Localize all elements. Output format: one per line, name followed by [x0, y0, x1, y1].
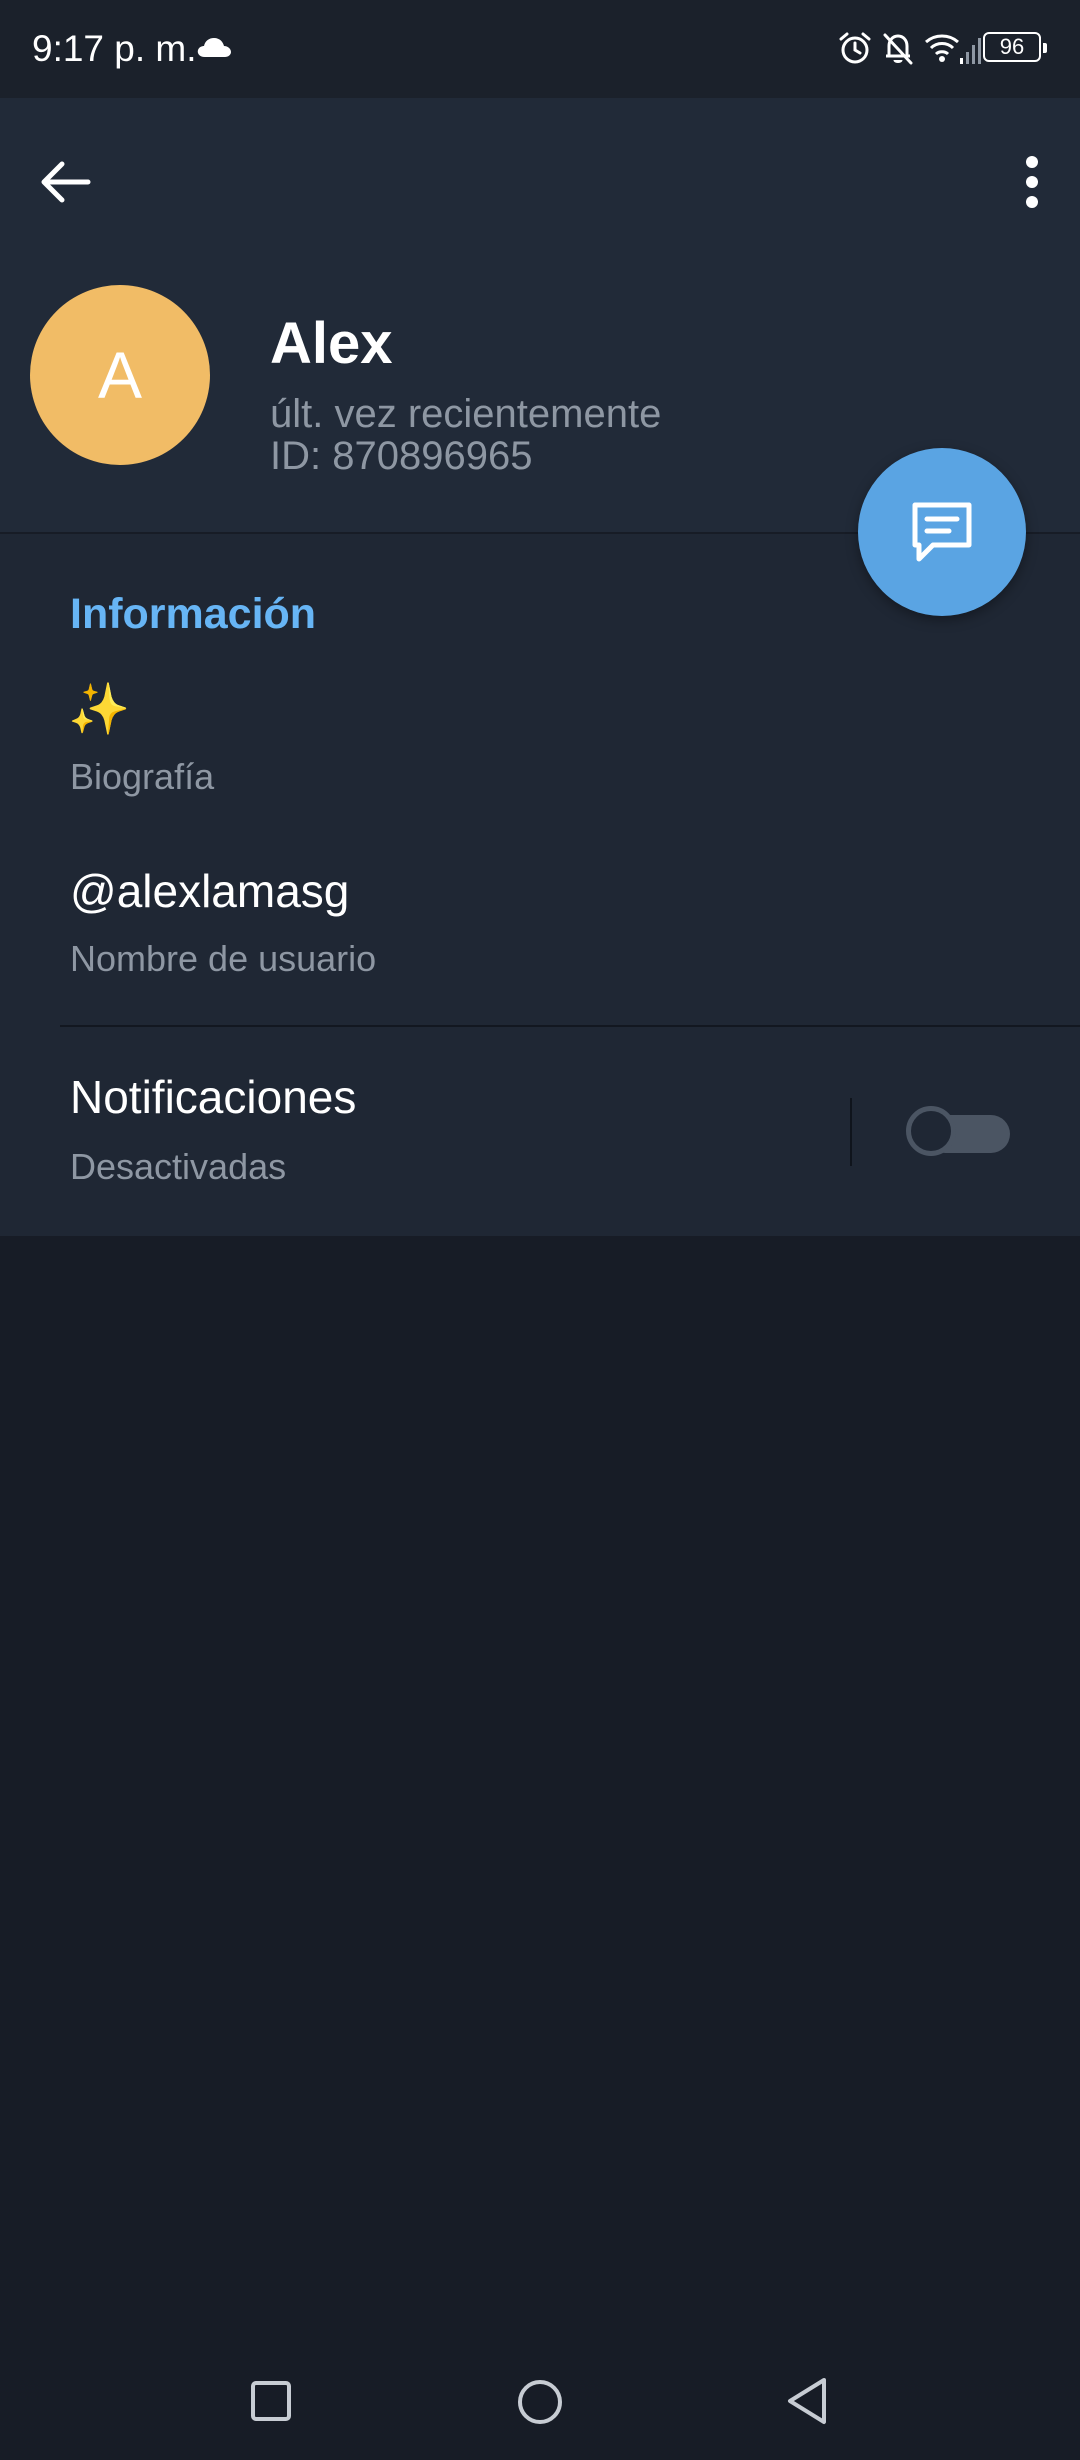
- user-id: ID: 870896965: [270, 434, 533, 478]
- avatar-letter: A: [97, 338, 143, 412]
- more-options-button[interactable]: [1010, 152, 1054, 212]
- more-vertical-icon: [1026, 156, 1038, 208]
- status-time: 9:17 p. m.: [32, 28, 197, 69]
- notifications-status: Desactivadas: [70, 1146, 287, 1187]
- status-bar: 9:17 p. m. 96: [0, 0, 1080, 98]
- notifications-title: Notificaciones: [70, 1071, 357, 1123]
- recent-apps-icon[interactable]: [250, 2380, 292, 2427]
- message-icon: [912, 502, 972, 562]
- bio-label: Biografía: [70, 756, 215, 797]
- last-seen-status: últ. vez recientemente: [270, 392, 662, 436]
- back-button[interactable]: [32, 148, 100, 216]
- back-icon[interactable]: [784, 2376, 832, 2431]
- info-section: Información ✨ Biografía @alexlamasg Nomb…: [0, 534, 1080, 1236]
- notifications-row[interactable]: Notificaciones Desactivadas: [0, 1028, 1080, 1236]
- wifi-icon: [924, 32, 960, 69]
- bell-off-icon: [880, 30, 916, 71]
- system-nav-bar: [0, 2330, 1080, 2460]
- cloud-icon: [196, 36, 232, 63]
- home-icon[interactable]: [516, 2378, 564, 2431]
- message-button[interactable]: [858, 448, 1026, 616]
- username-label: Nombre de usuario: [70, 938, 377, 979]
- toggle-thumb: [906, 1106, 956, 1156]
- signal-icon: [960, 34, 984, 69]
- vertical-divider: [850, 1098, 852, 1166]
- avatar[interactable]: A: [30, 285, 210, 465]
- arrow-left-icon: [41, 161, 91, 203]
- divider: [60, 1025, 1080, 1027]
- notifications-toggle[interactable]: [906, 1100, 1010, 1162]
- battery-level: 96: [999, 34, 1025, 59]
- profile-name: Alex: [270, 311, 393, 376]
- alarm-icon: [837, 30, 873, 71]
- battery-nub: [1043, 43, 1047, 53]
- battery-icon: 96: [983, 32, 1047, 62]
- info-section-title: Información: [70, 590, 317, 638]
- username-value[interactable]: @alexlamasg: [70, 864, 349, 918]
- bio-value[interactable]: ✨: [68, 680, 130, 739]
